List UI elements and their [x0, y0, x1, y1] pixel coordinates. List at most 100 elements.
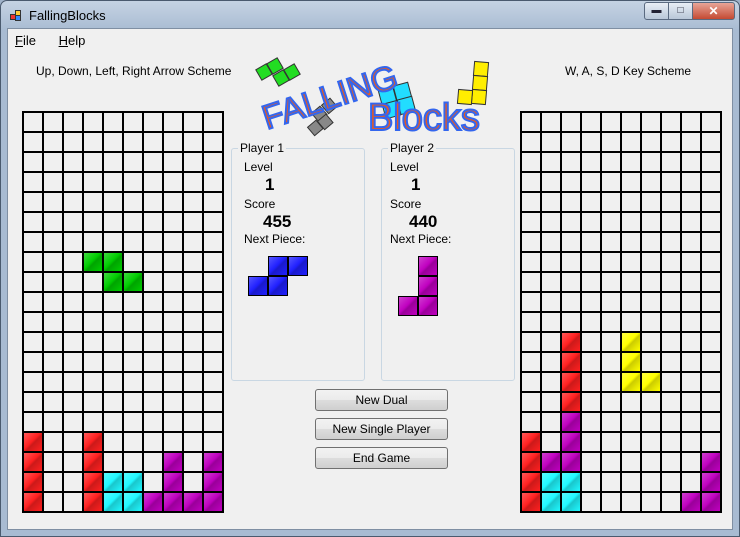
block-cell [562, 453, 580, 471]
empty-cell [64, 113, 82, 131]
empty-cell [642, 133, 660, 151]
empty-cell [84, 373, 102, 391]
empty-cell [602, 453, 620, 471]
new-dual-button[interactable]: New Dual [315, 389, 448, 411]
empty-cell [84, 313, 102, 331]
empty-cell [562, 253, 580, 271]
empty-cell [642, 113, 660, 131]
empty-cell [64, 133, 82, 151]
block-cell [562, 373, 580, 391]
empty-cell [562, 173, 580, 191]
empty-cell [542, 153, 560, 171]
empty-cell [662, 473, 680, 491]
empty-cell [24, 393, 42, 411]
empty-cell [562, 273, 580, 291]
app-icon [10, 10, 22, 22]
empty-cell [164, 393, 182, 411]
empty-cell [184, 293, 202, 311]
empty-cell [702, 193, 720, 211]
logo-green-block [255, 57, 301, 87]
empty-cell [64, 293, 82, 311]
empty-cell [204, 313, 222, 331]
empty-cell [622, 293, 640, 311]
empty-cell [164, 273, 182, 291]
empty-cell [204, 213, 222, 231]
empty-cell [662, 173, 680, 191]
empty-cell [622, 493, 640, 511]
empty-cell [44, 393, 62, 411]
empty-cell [662, 253, 680, 271]
block-cell [542, 493, 560, 511]
menu-help[interactable]: Help [59, 33, 86, 48]
empty-cell [662, 313, 680, 331]
empty-cell [522, 193, 540, 211]
empty-cell [184, 373, 202, 391]
empty-cell [602, 133, 620, 151]
new-single-player-button[interactable]: New Single Player [315, 418, 448, 440]
empty-cell [702, 433, 720, 451]
empty-cell [144, 213, 162, 231]
close-button[interactable]: ✕ [692, 2, 735, 20]
player2-level-value: 1 [411, 175, 421, 194]
empty-cell [144, 253, 162, 271]
empty-cell [562, 153, 580, 171]
empty-cell [124, 313, 142, 331]
empty-cell [642, 333, 660, 351]
empty-cell [522, 313, 540, 331]
player2-score-value: 440 [409, 212, 438, 231]
empty-cell [204, 333, 222, 351]
empty-cell [662, 373, 680, 391]
empty-cell [682, 233, 700, 251]
empty-cell [44, 453, 62, 471]
minimize-button[interactable]: ▬ [644, 2, 669, 20]
block-cell [124, 493, 142, 511]
empty-cell [702, 393, 720, 411]
empty-cell [562, 193, 580, 211]
empty-cell [84, 293, 102, 311]
empty-cell [24, 353, 42, 371]
empty-cell [642, 153, 660, 171]
empty-cell [24, 333, 42, 351]
empty-cell [642, 213, 660, 231]
empty-cell [602, 393, 620, 411]
empty-cell [522, 273, 540, 291]
player1-panel: Player 1 Level 1 Score 455 Next Piece: [231, 141, 365, 381]
empty-cell [24, 133, 42, 151]
empty-cell [44, 233, 62, 251]
maximize-button[interactable]: □ [668, 2, 693, 20]
empty-cell [602, 413, 620, 431]
empty-cell [562, 293, 580, 311]
menu-file[interactable]: File [15, 33, 36, 48]
empty-cell [682, 113, 700, 131]
empty-cell [522, 333, 540, 351]
empty-cell [642, 293, 660, 311]
empty-cell [542, 233, 560, 251]
empty-cell [682, 133, 700, 151]
empty-cell [522, 393, 540, 411]
empty-cell [702, 133, 720, 151]
empty-cell [542, 313, 560, 331]
empty-cell [104, 313, 122, 331]
empty-cell [602, 373, 620, 391]
empty-cell [124, 253, 142, 271]
falling-blocks-logo: FALLING Blocks [255, 57, 490, 140]
empty-cell [64, 353, 82, 371]
empty-cell [542, 293, 560, 311]
empty-cell [602, 473, 620, 491]
end-game-button[interactable]: End Game [315, 447, 448, 469]
empty-cell [542, 393, 560, 411]
empty-cell [24, 313, 42, 331]
empty-cell [144, 273, 162, 291]
empty-cell [204, 113, 222, 131]
block-cell [24, 433, 42, 451]
empty-cell [184, 273, 202, 291]
empty-cell [184, 313, 202, 331]
empty-cell [124, 213, 142, 231]
empty-cell [104, 393, 122, 411]
empty-cell [44, 173, 62, 191]
empty-cell [144, 293, 162, 311]
empty-cell [582, 333, 600, 351]
empty-cell [602, 153, 620, 171]
empty-cell [84, 273, 102, 291]
empty-cell [602, 113, 620, 131]
